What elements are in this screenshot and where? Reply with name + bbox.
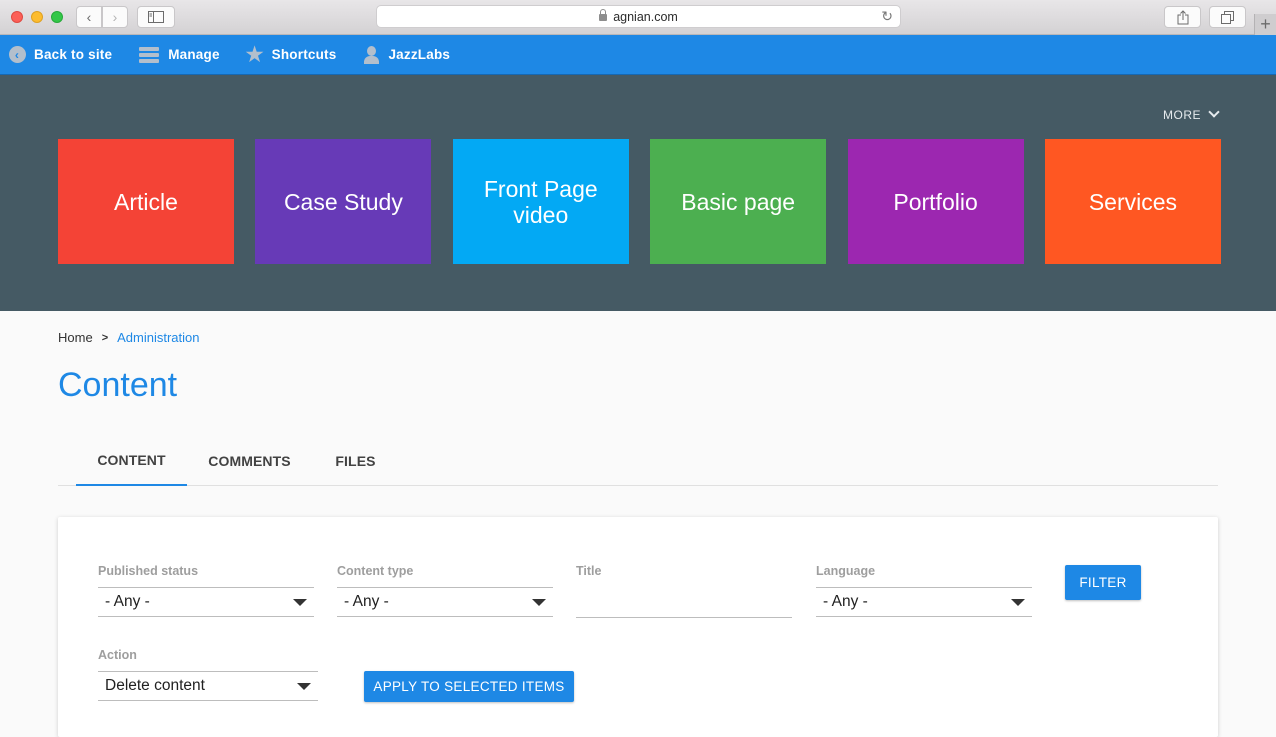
breadcrumb: Home > Administration [58, 330, 200, 345]
published-status-field: Published status - Any - [98, 564, 314, 617]
toolbar-manage[interactable]: Manage [138, 46, 219, 64]
title-input[interactable] [576, 587, 792, 618]
back-circle-icon: ‹ [8, 46, 26, 64]
close-window-button[interactable] [11, 11, 23, 23]
language-field: Language - Any - [816, 564, 1032, 617]
dropdown-arrow-icon [297, 682, 311, 690]
url-text: agnian.com [613, 9, 678, 24]
user-icon [362, 45, 380, 64]
language-value: - Any - [823, 593, 868, 610]
toolbar-user[interactable]: JazzLabs [362, 45, 451, 64]
action-label: Action [98, 648, 137, 662]
menu-icon [138, 46, 160, 64]
lock-icon [599, 9, 608, 21]
forward-icon: › [112, 9, 118, 25]
tile-article[interactable]: Article [58, 139, 234, 264]
content-type-select[interactable]: - Any - [337, 587, 553, 617]
browser-chrome: ‹ › agnian.com ↻ + [0, 0, 1276, 35]
dropdown-arrow-icon [532, 598, 546, 606]
filter-card: Published status - Any - Content type - … [58, 517, 1218, 737]
back-icon: ‹ [86, 9, 92, 25]
language-select[interactable]: - Any - [816, 587, 1032, 617]
dropdown-arrow-icon [1011, 598, 1025, 606]
star-icon: ★ [245, 44, 264, 66]
tile-case-study[interactable]: Case Study [255, 139, 432, 264]
breadcrumb-home[interactable]: Home [58, 330, 93, 345]
content-type-label: Content type [337, 564, 414, 578]
action-select[interactable]: Delete content [98, 671, 318, 701]
chevron-down-icon [1208, 106, 1220, 118]
language-label: Language [816, 564, 876, 578]
admin-toolbar: ‹ Back to site Manage ★ Shortcuts JazzLa… [0, 35, 1276, 75]
tile-services[interactable]: Services [1044, 139, 1221, 264]
content-type-field: Content type - Any - [337, 564, 553, 617]
action-value: Delete content [105, 677, 205, 694]
tile-portfolio[interactable]: Portfolio [847, 139, 1024, 264]
tile-row: Article Case Study Front Page video Basi… [58, 139, 1221, 264]
new-tab-button[interactable]: + [1254, 14, 1276, 35]
tile-basic-page[interactable]: Basic page [650, 139, 827, 264]
page-title: Content [58, 366, 178, 404]
toolbar-item-label: Back to site [34, 47, 113, 62]
share-icon [1177, 9, 1188, 24]
published-status-value: - Any - [105, 593, 150, 610]
toolbar-item-label: Manage [168, 47, 220, 62]
zoom-window-button[interactable] [51, 11, 63, 23]
more-button[interactable]: MORE [1163, 106, 1220, 122]
tile-front-page-video[interactable]: Front Page video [452, 139, 629, 264]
reload-icon[interactable]: ↻ [881, 8, 893, 25]
plus-icon: + [1260, 14, 1271, 34]
breadcrumb-administration[interactable]: Administration [117, 330, 199, 345]
tab-bar: CONTENT COMMENTS FILES [58, 436, 1218, 486]
toolbar-item-label: Shortcuts [271, 47, 337, 62]
breadcrumb-separator: > [101, 331, 109, 344]
content-type-value: - Any - [344, 593, 389, 610]
tab-files[interactable]: FILES [312, 436, 399, 486]
dropdown-arrow-icon [293, 598, 307, 606]
apply-to-selected-button[interactable]: APPLY TO SELECTED ITEMS [364, 671, 574, 702]
tabs-icon [1221, 10, 1234, 24]
action-field: Action Delete content [98, 648, 318, 701]
show-tabs-button[interactable] [1209, 6, 1246, 28]
sidebar-toggle-button[interactable] [137, 6, 175, 28]
tab-comments[interactable]: COMMENTS [187, 436, 312, 486]
content-type-hero: MORE Article Case Study Front Page video… [0, 75, 1276, 311]
back-button[interactable]: ‹ [76, 6, 102, 28]
address-bar[interactable]: agnian.com ↻ [376, 5, 901, 28]
more-label: MORE [1163, 108, 1201, 122]
filter-button[interactable]: FILTER [1065, 565, 1141, 600]
toolbar-item-label: JazzLabs [388, 47, 451, 62]
share-button[interactable] [1164, 6, 1201, 28]
forward-button[interactable]: › [102, 6, 128, 28]
toolbar-shortcuts[interactable]: ★ Shortcuts [245, 44, 337, 66]
title-field: Title [576, 564, 792, 618]
minimize-window-button[interactable] [31, 11, 43, 23]
title-label: Title [576, 564, 602, 578]
tab-content[interactable]: CONTENT [76, 436, 187, 486]
toolbar-back-to-site[interactable]: ‹ Back to site [8, 46, 112, 64]
published-status-select[interactable]: - Any - [98, 587, 314, 617]
sidebar-icon [148, 11, 164, 23]
published-status-label: Published status [98, 564, 199, 578]
